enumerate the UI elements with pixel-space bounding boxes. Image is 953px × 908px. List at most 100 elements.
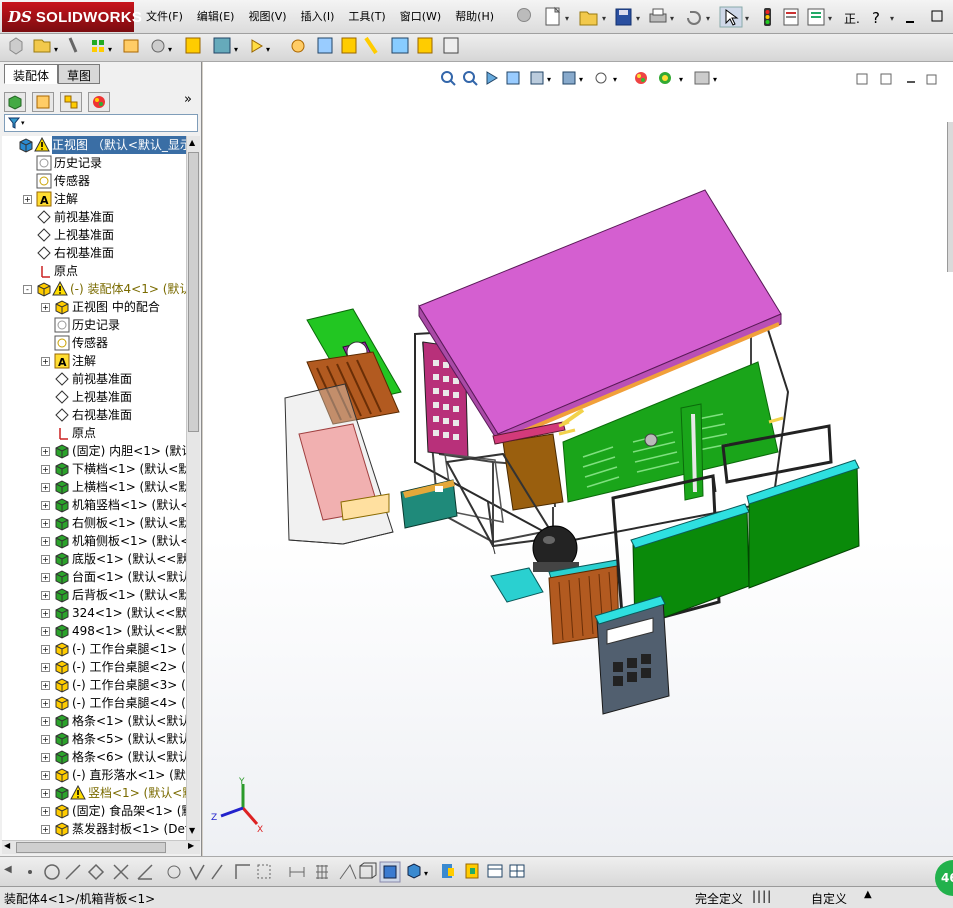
menu-file[interactable]: 文件(F) — [146, 8, 183, 24]
toolbar-left-arrow-icon[interactable]: ◀ — [4, 864, 12, 875]
expand-icon[interactable]: + — [41, 717, 50, 726]
tree-item[interactable]: + (-) 工作台桌腿<2> (De — [2, 658, 186, 676]
tree-item[interactable]: 上视基准面 — [2, 226, 186, 244]
propertymanager-tab-icon[interactable] — [32, 92, 54, 112]
assembly-features-icon[interactable] — [213, 37, 231, 54]
tree-item[interactable]: 历史记录 — [2, 316, 186, 334]
point-icon[interactable] — [28, 870, 32, 874]
tree-horizontal-scrollbar[interactable]: ◀ ▶ — [2, 840, 200, 854]
expand-icon[interactable]: + — [41, 699, 50, 708]
tree-item[interactable]: 右视基准面 — [2, 406, 186, 424]
solidworks-logo[interactable]: DS SOLIDWORKS — [2, 2, 142, 32]
rebuild-traffic-light-icon[interactable] — [764, 8, 771, 26]
expand-icon[interactable]: + — [41, 465, 50, 474]
expand-icon[interactable]: + — [41, 735, 50, 744]
interference-detection-icon[interactable] — [391, 37, 409, 54]
tab-assembly[interactable]: 装配体 — [4, 64, 59, 84]
trim-icon[interactable] — [113, 864, 129, 880]
insert-component-icon[interactable] — [9, 37, 23, 55]
line-icon[interactable] — [65, 864, 81, 880]
electrical-box[interactable] — [400, 479, 458, 529]
tree-item[interactable]: + 下横档<1> (默认<默认 — [2, 460, 186, 478]
file-properties-icon[interactable] — [783, 8, 799, 26]
scroll-thumb-horizontal[interactable] — [16, 842, 166, 853]
exploded-view-icon[interactable] — [341, 37, 357, 54]
mirror-icon[interactable] — [189, 864, 205, 881]
tree-item[interactable]: + 蒸发器封板<1> (Defaul — [2, 820, 186, 838]
tree-item[interactable]: 前视基准面 — [2, 208, 186, 226]
component-icon[interactable] — [442, 864, 454, 878]
tree-item[interactable]: + 右侧板<1> (默认<默认 — [2, 514, 186, 532]
tree-item[interactable]: 原点 — [2, 424, 186, 442]
tree-item[interactable]: + (-) 工作台桌腿<1> (De — [2, 640, 186, 658]
tree-item[interactable]: + (-) 工作台桌腿<4> (De — [2, 694, 186, 712]
minimize-window-icon[interactable] — [906, 21, 914, 23]
hole-alignment-icon[interactable] — [417, 37, 433, 54]
tree-item[interactable]: + 机箱侧板<1> (默认<默 — [2, 532, 186, 550]
undo-icon[interactable] — [687, 11, 701, 25]
pin-icon[interactable] — [517, 8, 531, 22]
scroll-left-icon[interactable]: ◀ — [4, 841, 10, 850]
configurationmanager-tab-icon[interactable] — [60, 92, 82, 112]
move-part-icon[interactable] — [465, 863, 479, 879]
displaymanager-tab-icon[interactable] — [88, 92, 110, 112]
tree-item[interactable]: +498<1> (默认<<默认>_显 — [2, 622, 186, 640]
tree-item[interactable]: + (-) 直形落水<1> (默认 — [2, 766, 186, 784]
expand-panel-icon[interactable]: » — [184, 92, 192, 107]
expand-icon[interactable]: + — [23, 195, 32, 204]
select-arrow-icon[interactable] — [719, 6, 743, 28]
tree-item[interactable]: + 竖档<1> (默认<默认 — [2, 784, 186, 802]
tree-item[interactable]: 上视基准面 — [2, 388, 186, 406]
bill-of-materials-icon[interactable] — [317, 37, 333, 54]
grid-icon[interactable] — [316, 865, 328, 879]
expand-icon[interactable]: + — [41, 609, 50, 618]
new-motion-study-icon[interactable] — [291, 39, 305, 53]
move-component-icon[interactable] — [151, 39, 165, 53]
fillet-icon[interactable] — [211, 864, 223, 880]
expand-icon[interactable]: + — [41, 537, 50, 546]
polygon-icon[interactable] — [87, 863, 105, 881]
menu-insert[interactable]: 插入(I) — [301, 8, 335, 24]
new-part-icon[interactable] — [33, 39, 51, 53]
tree-item[interactable]: + 机箱竖档<1> (默认<默 — [2, 496, 186, 514]
expand-icon[interactable]: + — [41, 627, 50, 636]
assembly-model-render[interactable] — [203, 62, 953, 856]
tree-item[interactable]: +324<1> (默认<<默认>_显 — [2, 604, 186, 622]
expand-icon[interactable]: + — [41, 681, 50, 690]
tree-item[interactable]: - (-) 装配体4<1> (默认< — [2, 280, 186, 298]
expand-icon[interactable]: + — [41, 753, 50, 762]
tree-item[interactable]: 传感器 — [2, 172, 186, 190]
tree-item[interactable]: + 后背板<1> (默认<默认 — [2, 586, 186, 604]
options-icon[interactable] — [807, 8, 825, 26]
shaded-box-icon[interactable] — [379, 861, 401, 883]
tree-item[interactable]: + 底版<1> (默认<<默认>_ — [2, 550, 186, 568]
tree-item[interactable]: 传感器 — [2, 334, 186, 352]
collapse-icon[interactable]: - — [23, 285, 32, 294]
expand-icon[interactable]: + — [41, 501, 50, 510]
instant3d-icon[interactable] — [443, 37, 459, 54]
tree-item[interactable]: 右视基准面 — [2, 244, 186, 262]
expand-icon[interactable]: + — [41, 825, 50, 834]
circle-icon[interactable] — [44, 864, 60, 880]
expand-icon[interactable]: + — [41, 357, 50, 366]
restore-window-icon[interactable] — [931, 10, 943, 22]
compressor[interactable] — [532, 525, 579, 572]
expand-icon[interactable]: + — [41, 303, 50, 312]
tree-item[interactable]: + 格条<1> (默认<默认_显 — [2, 712, 186, 730]
mate-icon[interactable] — [68, 37, 78, 53]
offset-icon[interactable] — [167, 865, 181, 879]
section-icon[interactable] — [339, 863, 357, 880]
smart-dimension-icon[interactable] — [289, 867, 305, 877]
tree-item[interactable]: + 台面<1> (默认<默认_显 — [2, 568, 186, 586]
tree-item[interactable]: + A 注解 — [2, 352, 186, 370]
explode-line-sketch-icon[interactable] — [364, 36, 378, 55]
save-icon[interactable] — [615, 8, 632, 26]
tree-item[interactable]: + (固定) 食品架<1> (默认 — [2, 802, 186, 820]
control-panel-unit[interactable] — [594, 595, 670, 715]
expand-icon[interactable]: + — [41, 483, 50, 492]
units-dropdown-icon[interactable]: ▲ — [864, 889, 872, 900]
show-hidden-icon[interactable] — [185, 37, 201, 54]
tree-vertical-scrollbar[interactable]: ▲ ▼ — [186, 136, 200, 840]
linear-pattern-icon[interactable] — [92, 40, 104, 52]
tab-sketch[interactable]: 草图 — [58, 64, 101, 84]
